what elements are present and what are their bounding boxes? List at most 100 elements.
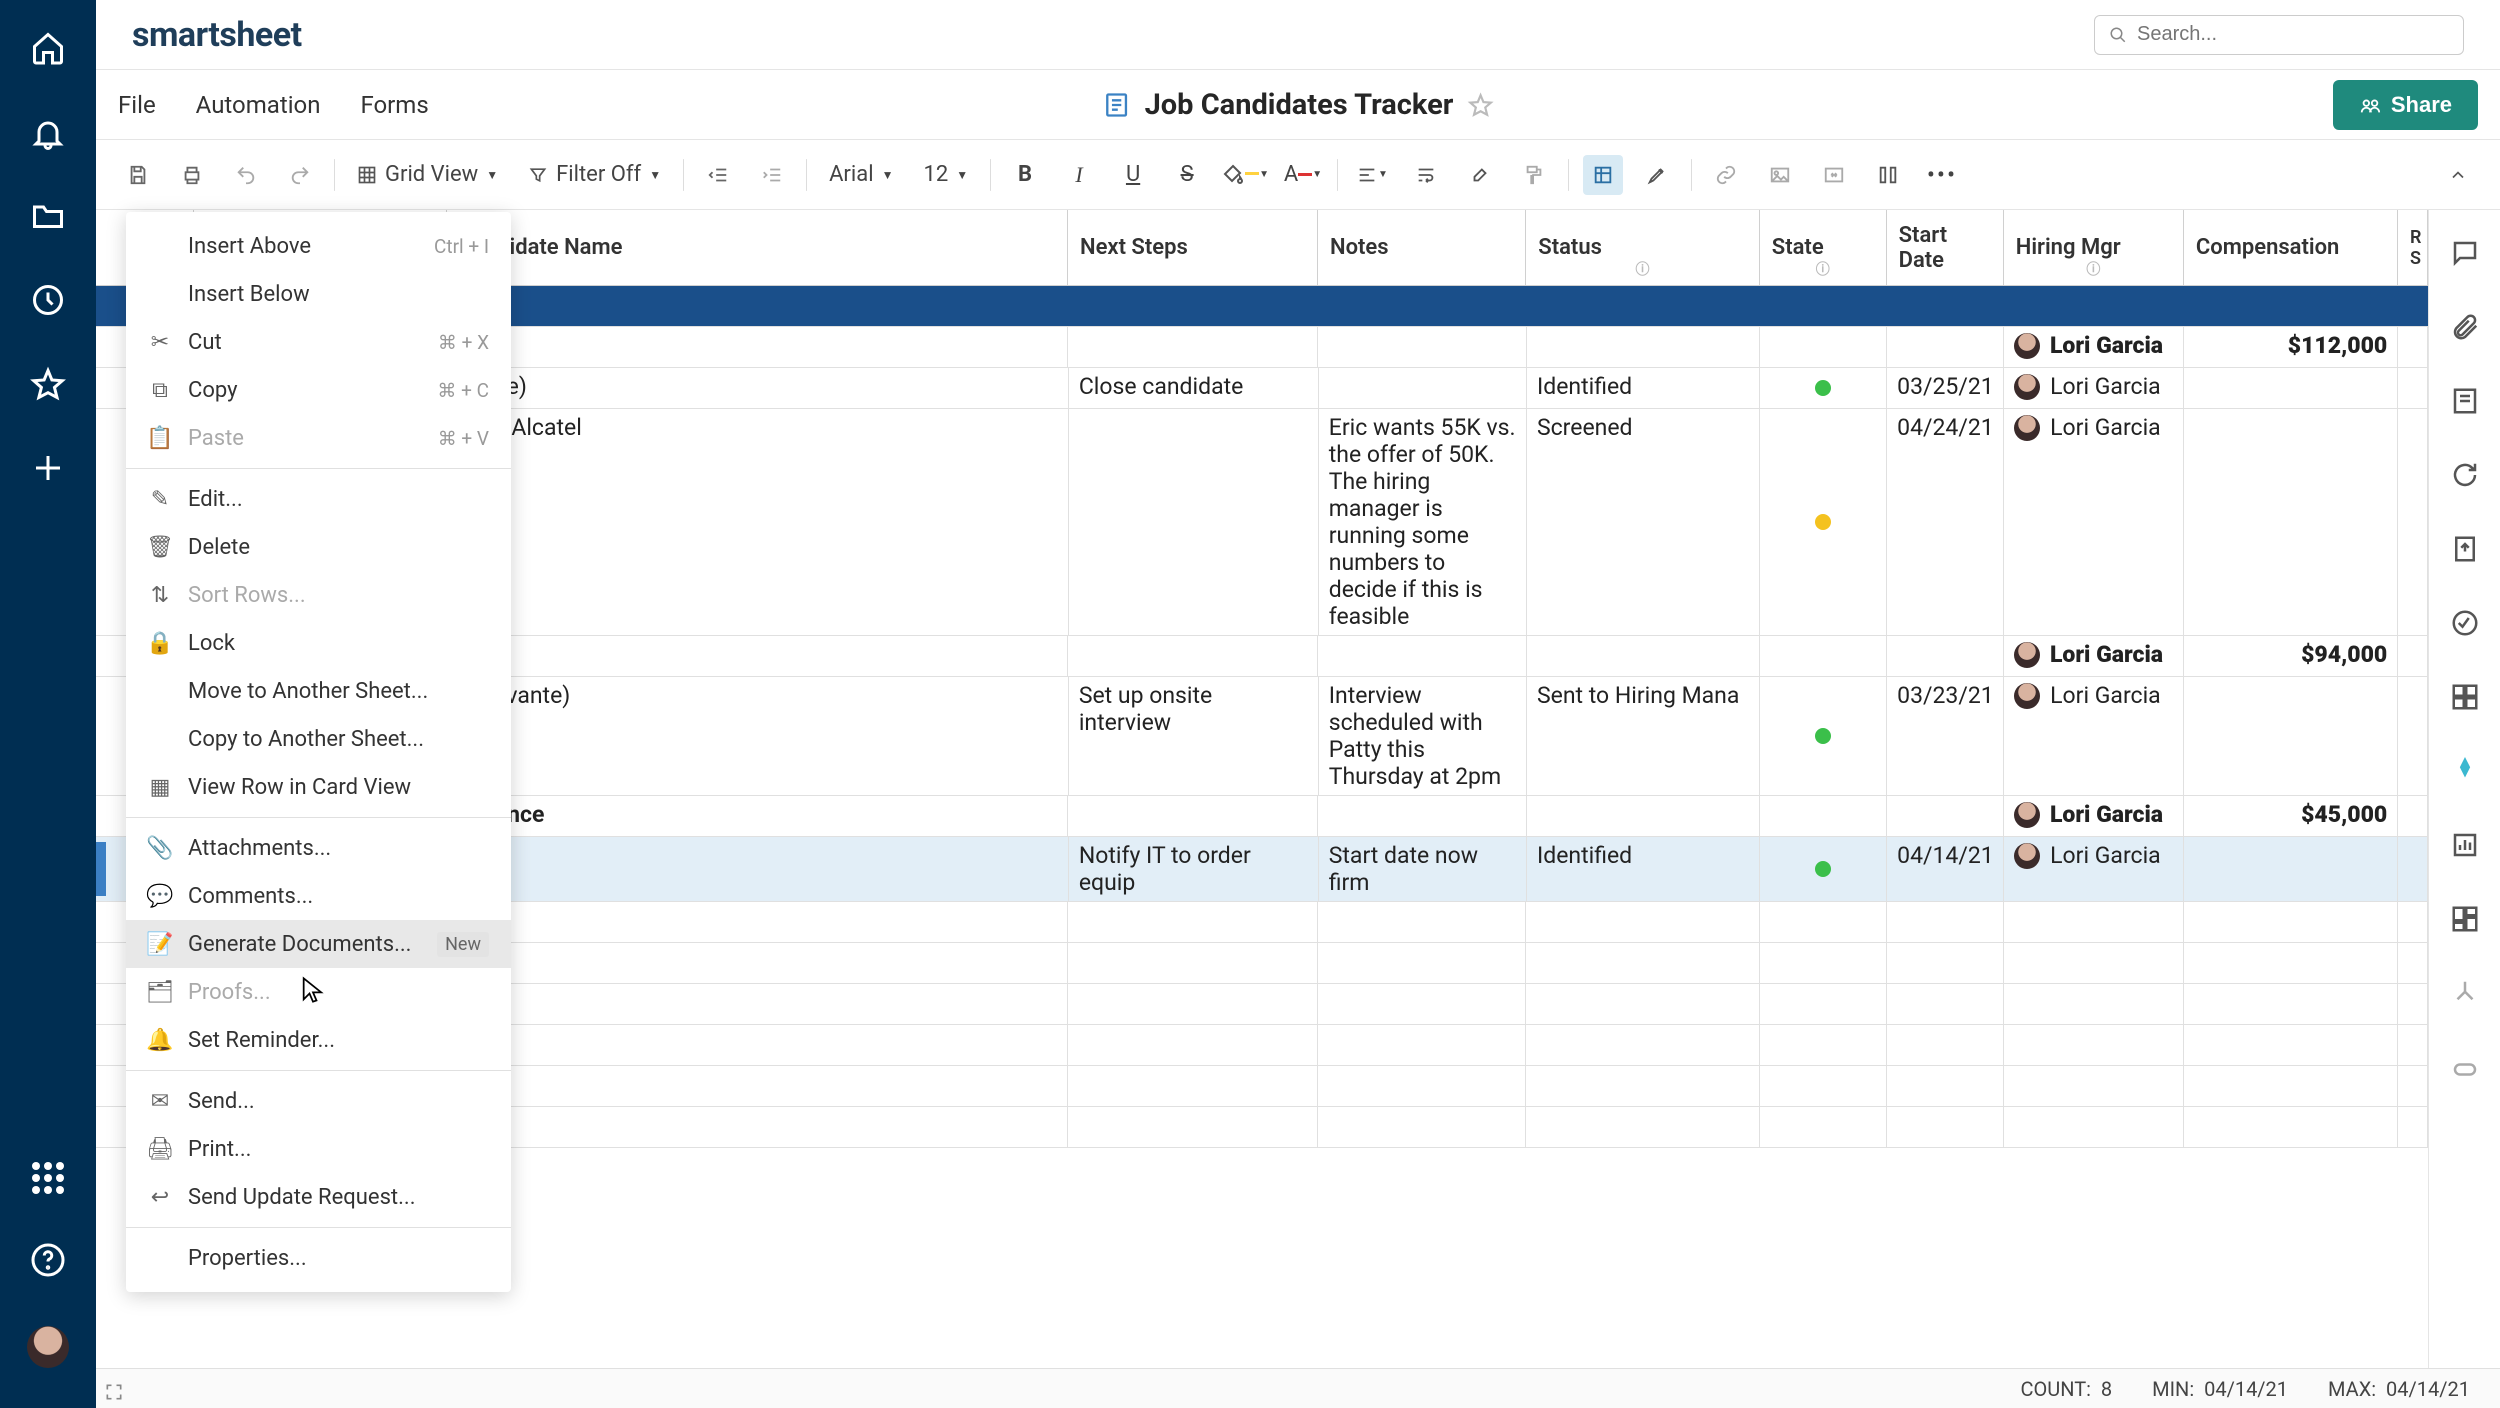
ctx-send[interactable]: ✉Send...: [126, 1077, 511, 1125]
col-next[interactable]: Next Steps: [1068, 210, 1318, 285]
cell[interactable]: [1318, 796, 1526, 836]
cell-mgr[interactable]: Lori Garcia: [2004, 796, 2184, 836]
ctx-move[interactable]: Move to Another Sheet...: [126, 667, 511, 715]
cell[interactable]: [2004, 943, 2184, 983]
cell[interactable]: [1760, 902, 1887, 942]
cell[interactable]: [2398, 409, 2428, 635]
cell-status[interactable]: Screened: [1527, 409, 1760, 635]
cell-comp[interactable]: [2184, 677, 2398, 795]
cell[interactable]: [1526, 943, 1760, 983]
comments-panel-icon[interactable]: [2450, 238, 2480, 268]
cell[interactable]: [1068, 1066, 1318, 1106]
cell[interactable]: [1318, 1107, 1526, 1147]
cell-status[interactable]: Identified: [1527, 837, 1760, 901]
col-date[interactable]: Start Date: [1887, 210, 2004, 285]
help-icon[interactable]: [30, 1242, 66, 1278]
cell[interactable]: [2398, 984, 2428, 1024]
cell[interactable]: [2004, 1025, 2184, 1065]
save-icon[interactable]: [118, 155, 158, 195]
cell-comp[interactable]: $94,000: [2184, 636, 2398, 676]
cell-next[interactable]: Set up onsite interview: [1069, 677, 1319, 795]
user-avatar[interactable]: [27, 1326, 69, 1368]
cell[interactable]: [1318, 636, 1526, 676]
view-dropdown[interactable]: Grid View ▼: [349, 155, 506, 195]
cell[interactable]: [2398, 796, 2428, 836]
ctx-insert-above[interactable]: Insert AboveCtrl + I: [126, 222, 511, 270]
cell-comp[interactable]: $45,000: [2184, 796, 2398, 836]
cell-status[interactable]: Identified: [1527, 368, 1760, 408]
cell-notes[interactable]: Interview scheduled with Patty this Thur…: [1319, 677, 1527, 795]
apps-icon[interactable]: [32, 1162, 64, 1194]
ctx-reminder[interactable]: 🔔Set Reminder...: [126, 1016, 511, 1064]
home-icon[interactable]: [30, 30, 66, 66]
cell[interactable]: [2398, 327, 2428, 367]
cell[interactable]: [1318, 327, 1526, 367]
cell-mgr[interactable]: Lori Garcia: [2004, 636, 2184, 676]
outdent-icon[interactable]: [698, 155, 738, 195]
info-icon[interactable]: ⓘ: [1816, 259, 1830, 279]
cell[interactable]: [2184, 943, 2398, 983]
cell[interactable]: [1887, 1107, 2004, 1147]
cell[interactable]: [1527, 327, 1761, 367]
cell[interactable]: [1887, 1066, 2004, 1106]
format-painter-icon[interactable]: [1514, 155, 1554, 195]
col-mgr[interactable]: Hiring Mgrⓘ: [2004, 210, 2184, 285]
global-search[interactable]: [2094, 15, 2464, 55]
col-comp[interactable]: Compensation: [2184, 210, 2398, 285]
collapse-toolbar-icon[interactable]: [2438, 155, 2478, 195]
ctx-comments[interactable]: 💬Comments...: [126, 872, 511, 920]
cell[interactable]: [1760, 1025, 1887, 1065]
info-icon[interactable]: ⓘ: [2086, 259, 2100, 279]
cell[interactable]: [2398, 943, 2428, 983]
italic-icon[interactable]: I: [1059, 155, 1099, 195]
cell[interactable]: [1526, 1025, 1760, 1065]
cell-comp[interactable]: [2184, 837, 2398, 901]
cell[interactable]: [2398, 1025, 2428, 1065]
cell-mgr[interactable]: Lori Garcia: [2004, 677, 2184, 795]
sheet-title[interactable]: Job Candidates Tracker: [1145, 88, 1454, 122]
cell[interactable]: [2178, 286, 2398, 326]
cell[interactable]: [2184, 1107, 2398, 1147]
wrap-icon[interactable]: [1406, 155, 1446, 195]
cell-mgr[interactable]: Lori Garcia: [2004, 327, 2184, 367]
strike-icon[interactable]: S: [1167, 155, 1207, 195]
cell[interactable]: [1527, 636, 1761, 676]
cell[interactable]: [1526, 1107, 1760, 1147]
cell-date[interactable]: 03/25/21: [1887, 368, 2004, 408]
cell-notes[interactable]: Eric wants 55K vs. the offer of 50K. The…: [1319, 409, 1527, 635]
ctx-generate-documents[interactable]: 📝Generate Documents...New: [126, 920, 511, 968]
ctx-update-request[interactable]: ↩Send Update Request...: [126, 1173, 511, 1221]
cell[interactable]: [1527, 796, 1761, 836]
cell[interactable]: [1526, 1066, 1760, 1106]
cell[interactable]: [1760, 327, 1887, 367]
cell[interactable]: [1760, 1107, 1887, 1147]
menu-forms[interactable]: Forms: [360, 91, 428, 119]
cell[interactable]: [1887, 796, 2004, 836]
cell-notes[interactable]: [1319, 368, 1527, 408]
cell-state[interactable]: [1760, 837, 1887, 901]
publish-icon[interactable]: [2450, 534, 2480, 564]
ctx-attachments[interactable]: 📎Attachments...: [126, 824, 511, 872]
search-input[interactable]: [2137, 23, 2449, 46]
cell[interactable]: [1526, 984, 1760, 1024]
fontsize-dropdown[interactable]: 12 ▼: [915, 155, 976, 195]
cell[interactable]: [1887, 984, 2004, 1024]
cell-status[interactable]: Sent to Hiring Mana: [1527, 677, 1760, 795]
resource-icon[interactable]: [2450, 1052, 2480, 1082]
conditional-format-icon[interactable]: [1583, 155, 1623, 195]
cell[interactable]: [1503, 286, 1743, 326]
redo-icon[interactable]: [280, 155, 320, 195]
cell[interactable]: [2398, 677, 2428, 795]
indent-icon[interactable]: [752, 155, 792, 195]
cell[interactable]: [1760, 796, 1887, 836]
notifications-icon[interactable]: [30, 114, 66, 150]
cell[interactable]: [1887, 636, 2004, 676]
ctx-cut[interactable]: ✂Cut⌘ + X: [126, 318, 511, 366]
clear-format-icon[interactable]: [1460, 155, 1500, 195]
cell[interactable]: [2004, 902, 2184, 942]
cell[interactable]: [1760, 636, 1887, 676]
menu-file[interactable]: File: [118, 91, 156, 119]
undo-icon[interactable]: [226, 155, 266, 195]
cell[interactable]: [2184, 1025, 2398, 1065]
cell[interactable]: [1068, 902, 1318, 942]
